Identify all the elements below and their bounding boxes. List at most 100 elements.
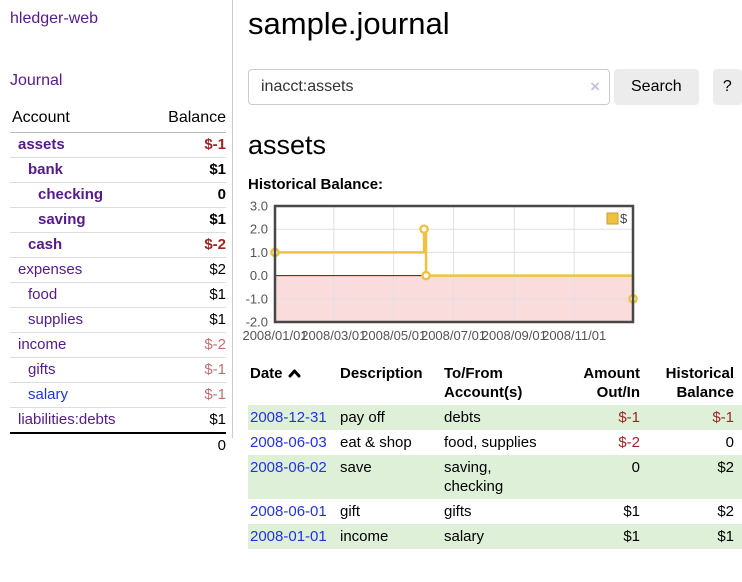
account-balance: $-2	[148, 333, 226, 358]
account-link-liabilities-debts[interactable]: liabilities:debts	[18, 411, 116, 428]
transaction-balance: $2	[648, 455, 742, 499]
register-header-amount-line1: Amount	[583, 365, 640, 382]
account-balance: $1	[148, 158, 226, 183]
account-link-food[interactable]: food	[28, 286, 57, 303]
account-row-food: food $1	[10, 283, 226, 308]
account-balance: $-1	[148, 133, 226, 158]
account-link-salary[interactable]: salary	[28, 386, 68, 403]
balance-chart: 3.02.01.00.0-1.0-2.02008/01/012008/03/01…	[248, 198, 742, 350]
register-row: 2008-06-02 save saving, checking 0 $2	[248, 455, 742, 499]
transaction-description: pay off	[338, 405, 442, 430]
account-balance: $1	[148, 283, 226, 308]
search-input[interactable]	[248, 69, 610, 105]
main-content: sample.journal × Search ? assets Histori…	[234, 0, 742, 549]
account-link-income[interactable]: income	[18, 336, 66, 353]
account-link-supplies[interactable]: supplies	[28, 311, 83, 328]
account-row-checking: checking 0	[10, 183, 226, 208]
chart-label: Historical Balance:	[248, 176, 742, 193]
account-row-saving: saving $1	[10, 208, 226, 233]
app-title-link[interactable]: hledger-web	[10, 10, 98, 28]
transaction-amount: 0	[572, 455, 648, 499]
accounts-table: Account Balance assets $-1 bank $1 check…	[10, 106, 226, 458]
account-row-cash: cash $-2	[10, 233, 226, 258]
clear-search-icon[interactable]: ×	[590, 77, 600, 97]
transaction-accounts: gifts	[442, 499, 572, 524]
transaction-description: income	[338, 524, 442, 549]
register-header-accounts: To/From Account(s)	[442, 361, 572, 405]
transaction-amount: $-1	[572, 405, 648, 430]
svg-text:2008/01/01: 2008/01/01	[242, 328, 307, 343]
transaction-amount: $1	[572, 524, 648, 549]
transaction-description: save	[338, 455, 442, 499]
register-header-amount: Amount Out/In	[572, 361, 648, 405]
register-row: 2008-06-01 gift gifts $1 $2	[248, 499, 742, 524]
account-row-salary: salary $-1	[10, 383, 226, 408]
register-header-date[interactable]: Date	[248, 361, 338, 405]
account-balance: $-1	[148, 358, 226, 383]
account-row-expenses: expenses $2	[10, 258, 226, 283]
svg-text:2008/09/01: 2008/09/01	[482, 328, 547, 343]
transaction-date-link[interactable]: 2008-06-02	[250, 459, 327, 476]
transaction-balance: $1	[648, 524, 742, 549]
register-header-accounts-line1: To/From	[444, 365, 503, 382]
account-balance: $1	[148, 208, 226, 233]
svg-text:2008/05/01: 2008/05/01	[361, 328, 426, 343]
svg-text:$: $	[620, 211, 628, 226]
account-row-bank: bank $1	[10, 158, 226, 183]
register-header-row: Date Description To/From Account(s) Amou…	[248, 361, 742, 405]
account-row-liabilities-debts: liabilities:debts $1	[10, 408, 226, 434]
register-row: 2008-06-03 eat & shop food, supplies $-2…	[248, 430, 742, 455]
transaction-date-link[interactable]: 2008-01-01	[250, 528, 327, 545]
account-link-expenses[interactable]: expenses	[18, 261, 82, 278]
transaction-description: eat & shop	[338, 430, 442, 455]
transaction-balance: $2	[648, 499, 742, 524]
account-link-saving[interactable]: saving	[38, 211, 86, 228]
register-row: 2008-01-01 income salary $1 $1	[248, 524, 742, 549]
svg-text:-1.0: -1.0	[246, 291, 268, 306]
accounts-header-account: Account	[10, 106, 148, 133]
account-link-bank[interactable]: bank	[28, 161, 63, 178]
accounts-total-row: 0	[10, 433, 226, 458]
account-link-gifts[interactable]: gifts	[28, 361, 56, 378]
register-header-description: Description	[338, 361, 442, 405]
account-row-supplies: supplies $1	[10, 308, 226, 333]
transaction-date-link[interactable]: 2008-06-01	[250, 503, 327, 520]
transaction-accounts: food, supplies	[442, 430, 572, 455]
transaction-amount: $-2	[572, 430, 648, 455]
search-form: × Search ?	[248, 69, 742, 105]
help-button[interactable]: ?	[713, 69, 742, 105]
register-header-amount-line2: Out/In	[597, 384, 640, 401]
account-row-assets: assets $-1	[10, 133, 226, 158]
register-header-accounts-line2: Account(s)	[444, 384, 522, 401]
sidebar-item-journal[interactable]: Journal	[10, 72, 62, 90]
accounts-total-value: 0	[148, 433, 226, 458]
svg-text:2008/03/01: 2008/03/01	[301, 328, 366, 343]
transaction-description: gift	[338, 499, 442, 524]
transaction-balance: 0	[648, 430, 742, 455]
transaction-accounts: salary	[442, 524, 572, 549]
search-button[interactable]: Search	[614, 69, 699, 105]
transaction-amount: $1	[572, 499, 648, 524]
register-header-balance-line1: Historical	[666, 365, 734, 382]
account-row-gifts: gifts $-1	[10, 358, 226, 383]
account-link-cash[interactable]: cash	[28, 236, 62, 253]
sort-ascending-icon	[288, 365, 301, 382]
register-table: Date Description To/From Account(s) Amou…	[248, 361, 742, 549]
account-link-assets[interactable]: assets	[18, 136, 65, 153]
transaction-accounts: saving, checking	[442, 455, 572, 499]
svg-text:2008/11/01: 2008/11/01	[542, 328, 606, 343]
svg-text:2008/07/01: 2008/07/01	[421, 328, 486, 343]
accounts-header-balance: Balance	[148, 106, 226, 133]
account-balance: $1	[148, 308, 226, 333]
account-page-title: assets	[248, 130, 742, 161]
page-title: sample.journal	[248, 6, 742, 42]
account-balance: $-2	[148, 233, 226, 258]
transaction-date-link[interactable]: 2008-12-31	[250, 409, 327, 426]
account-link-checking[interactable]: checking	[38, 186, 103, 203]
transaction-accounts: debts	[442, 405, 572, 430]
account-row-income: income $-2	[10, 333, 226, 358]
account-balance: $2	[148, 258, 226, 283]
account-balance: $-1	[148, 383, 226, 408]
transaction-date-link[interactable]: 2008-06-03	[250, 434, 327, 451]
svg-text:0.0: 0.0	[250, 268, 268, 283]
